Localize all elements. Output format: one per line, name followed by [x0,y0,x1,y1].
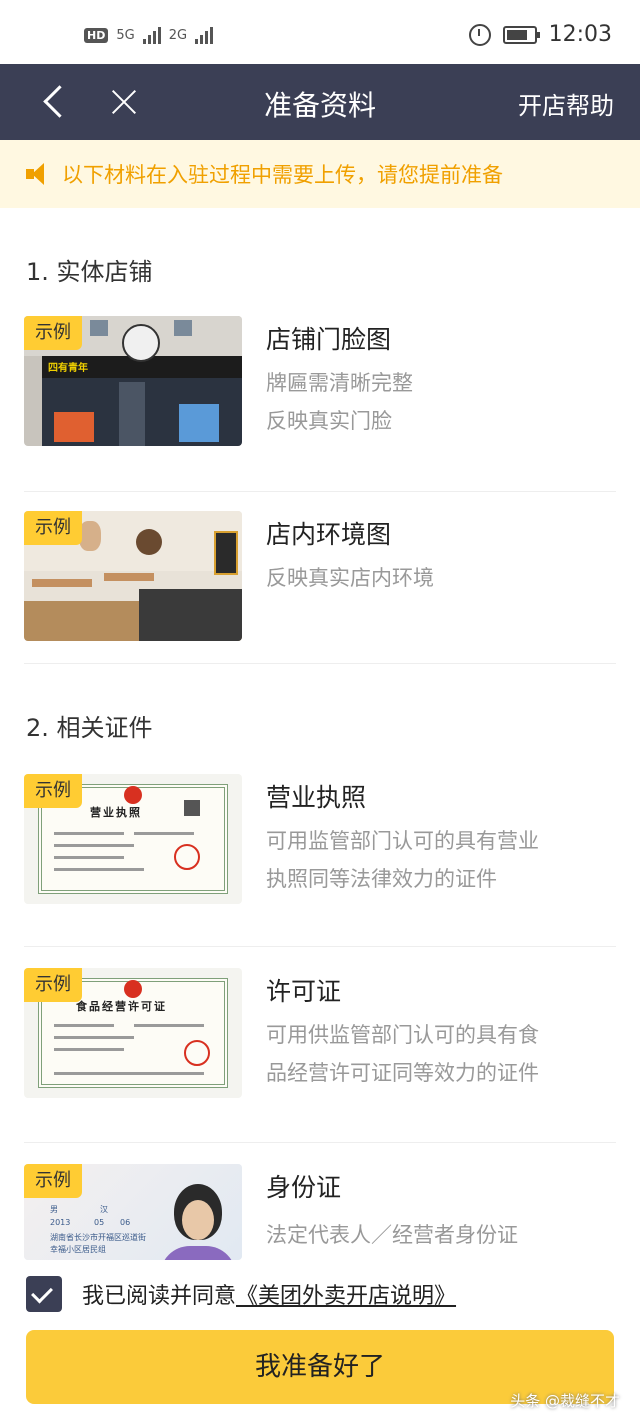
divider [24,491,616,492]
example-badge: 示例 [24,968,82,1002]
divider [24,663,616,664]
id-address-line1: 湖南省长沙市开福区巡道街 [50,1233,146,1242]
item-desc: 牌匾需清晰完整 反映真实门脸 [266,364,606,440]
net-5g-label: 5G [116,27,135,43]
alarm-icon [468,23,491,46]
item-desc-line: 牌匾需清晰完整 [266,371,413,395]
clock: 12:03 [548,22,612,47]
signal-icon-2 [195,26,214,44]
section-title-certs: 2. 相关证件 [26,714,153,742]
id-address-line2: 幸福小区居民组 [50,1245,106,1254]
id-sex: 男 [50,1205,58,1214]
cert-title: 食品经营许可证 [76,1000,167,1013]
id-card-example-image[interactable]: 男 汉 2013 05 06 湖南省长沙市开福区巡道街 幸福小区居民组 示例 [24,1164,242,1260]
help-link[interactable]: 开店帮助 [518,86,614,121]
store-sign-text: 四有青年 [48,363,88,374]
item-desc-line: 可用监管部门认可的具有营业 [266,829,539,853]
item-title: 许可证 [266,977,342,1006]
item-desc-line: 法定代表人／经营者身份证 [266,1223,518,1247]
agree-text: 我已阅读并同意 [82,1284,237,1309]
status-bar: HD 5G 2G 12:03 [0,0,640,64]
seal-icon [174,844,200,870]
storefront-example-image[interactable]: 四有青年 示例 [24,316,242,446]
item-title: 身份证 [266,1173,342,1202]
hd-icon: HD [84,27,109,43]
item-title: 营业执照 [266,783,367,812]
mascot-icon [122,324,160,362]
watermark: 头条 @裁缝不才 [510,1392,620,1410]
interior-example-image[interactable]: 示例 [24,511,242,641]
business-license-example-image[interactable]: 营业执照 示例 [24,774,242,904]
emblem-icon [124,786,142,804]
permit-example-image[interactable]: 食品经营许可证 示例 [24,968,242,1098]
id-birth-month: 05 [94,1218,105,1227]
item-desc: 可用供监管部门认可的具有食 品经营许可证同等效力的证件 [266,1016,606,1092]
example-badge: 示例 [24,1164,82,1198]
network-indicators: HD 5G 2G [84,26,214,44]
agreement-link[interactable]: 《美团外卖开店说明》 [236,1278,456,1310]
notice-banner: 以下材料在入驻过程中需要上传，请您提前准备 [0,140,640,208]
agree-checkbox[interactable] [26,1276,62,1312]
battery-icon [502,25,540,44]
item-desc-line: 反映真实店内环境 [266,566,434,590]
item-desc-line: 可用供监管部门认可的具有食 [266,1023,539,1047]
status-right: 12:03 [468,22,612,47]
item-desc-line: 品经营许可证同等效力的证件 [266,1061,539,1085]
item-desc-line: 反映真实门脸 [266,409,392,433]
seal-icon [184,1040,210,1066]
agreement-row: 我已阅读并同意 《美团外卖开店说明》 [26,1276,456,1312]
example-badge: 示例 [24,316,82,350]
portrait-photo [182,1200,214,1240]
item-title: 店内环境图 [266,520,392,549]
item-desc-line: 执照同等法律效力的证件 [266,867,497,891]
example-badge: 示例 [24,511,82,545]
notice-text: 以下材料在入驻过程中需要上传，请您提前准备 [62,163,503,187]
divider [24,946,616,947]
item-desc: 可用监管部门认可的具有营业 执照同等法律效力的证件 [266,822,606,898]
id-ethnicity: 汉 [100,1205,108,1214]
signal-icon [142,26,161,44]
speaker-icon [26,163,52,185]
item-title: 店铺门脸图 [266,325,392,354]
cert-title: 营业执照 [90,806,142,819]
qr-code-icon [184,800,200,816]
section-title-store: 1. 实体店铺 [26,258,153,286]
id-birth-year: 2013 [50,1218,71,1227]
emblem-icon [124,980,142,998]
net-2g-label: 2G [168,27,188,43]
nav-bar: 准备资料 开店帮助 [0,64,640,140]
id-birth-day: 06 [120,1218,131,1227]
item-desc: 反映真实店内环境 [266,559,606,597]
example-badge: 示例 [24,774,82,808]
divider [24,1142,616,1143]
item-desc: 法定代表人／经营者身份证 [266,1216,606,1254]
